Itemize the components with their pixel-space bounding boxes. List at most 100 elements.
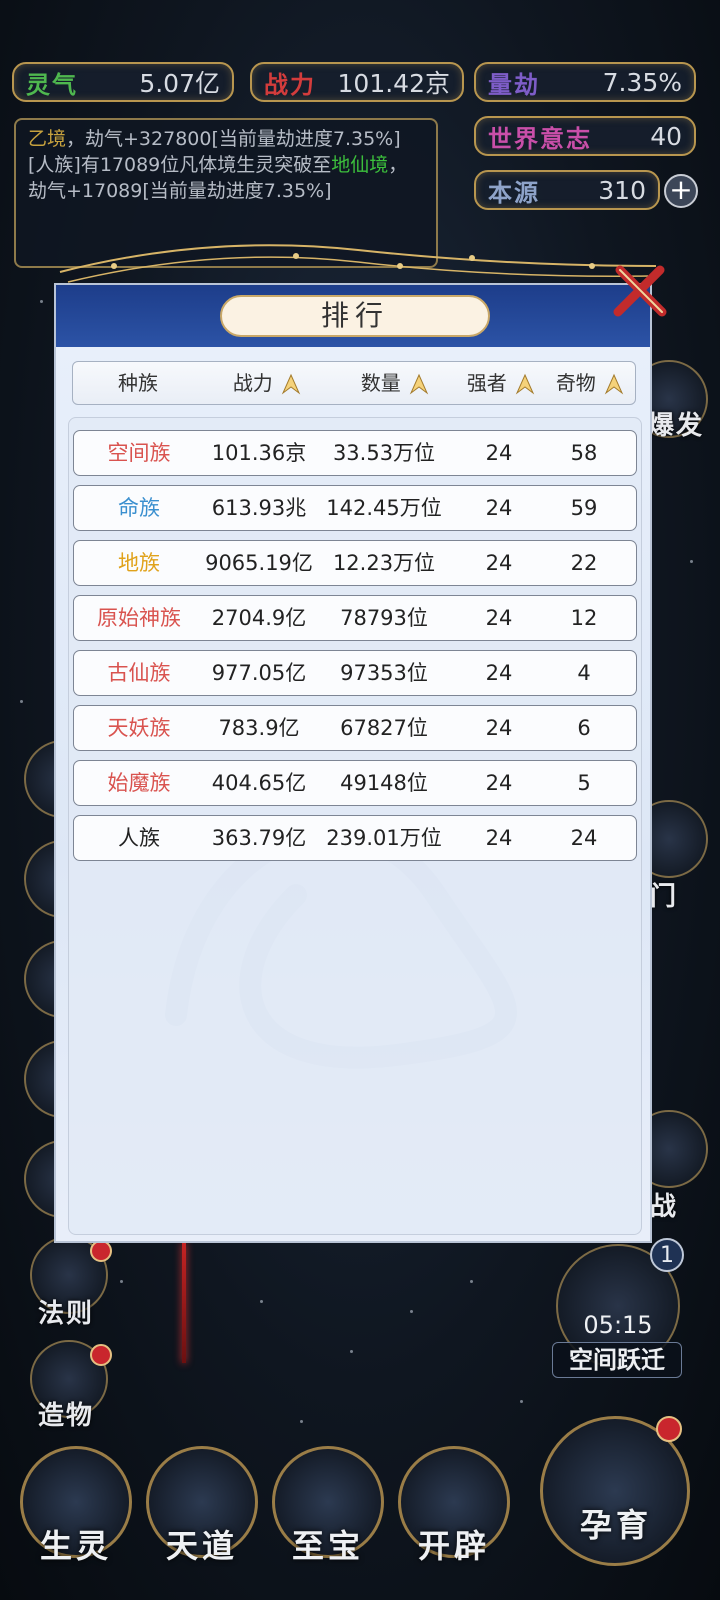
shijie-value: 40 (650, 121, 682, 151)
table-header: 种族 战力 数量 强者 奇物 (72, 361, 636, 405)
race-power: 2704.9亿 (211, 606, 307, 630)
table-row[interactable]: 空间族 101.36京 33.53万位 24 58 (73, 430, 637, 476)
race-count: 67827位 (340, 716, 428, 740)
sort-arrow-icon (281, 373, 301, 395)
table-row[interactable]: 古仙族 977.05亿 97353位 24 4 (73, 650, 637, 696)
create-notification-dot (90, 1344, 112, 1366)
table-row[interactable]: 始魔族 404.65亿 49148位 24 5 (73, 760, 637, 806)
law-notification-dot (90, 1240, 112, 1262)
race-strong: 24 (485, 441, 513, 465)
side-label-burst: 爆发 (648, 411, 705, 441)
table-row[interactable]: 人族 363.79亿 239.01万位 24 24 (73, 815, 637, 861)
race-items: 5 (577, 771, 591, 795)
close-icon[interactable] (610, 262, 670, 322)
side-label-gate: 门 (650, 882, 679, 912)
header-items-label: 奇物 (555, 371, 596, 395)
race-power: 404.65亿 (211, 771, 307, 795)
race-items: 12 (570, 606, 598, 630)
space-jump-badge: 1 (650, 1238, 684, 1272)
liangjie-stat[interactable]: 量劫 7.35% (474, 62, 696, 102)
race-count: 49148位 (340, 771, 428, 795)
race-strong: 24 (485, 826, 513, 850)
race-name: 天妖族 (107, 716, 171, 740)
header-race-label: 种族 (118, 371, 158, 395)
modal-title-text: 排行 (320, 299, 389, 332)
ranking-list[interactable]: 空间族 101.36京 33.53万位 24 58 命族 613.93兆 142… (68, 417, 642, 1235)
race-strong: 24 (485, 661, 513, 685)
sort-count-button[interactable]: 数量 (331, 362, 459, 404)
shijie-label: 世界意志 (488, 124, 592, 153)
table-row[interactable]: 地族 9065.19亿 12.23万位 24 22 (73, 540, 637, 586)
space-jump-badge-count: 1 (660, 1243, 674, 1268)
space-jump-label: 空间跃迁 (552, 1342, 682, 1378)
race-count: 142.45万位 (326, 496, 442, 520)
law-label: 法则 (38, 1299, 95, 1329)
race-count: 239.01万位 (326, 826, 442, 850)
race-power: 363.79亿 (211, 826, 307, 850)
log-realm-green: 地仙境 (331, 154, 389, 176)
table-row[interactable]: 命族 613.93兆 142.45万位 24 59 (73, 485, 637, 531)
side-label-battle: 战 (650, 1192, 679, 1222)
zhanli-value: 101.42京 (337, 69, 450, 98)
race-items: 58 (570, 441, 598, 465)
race-count: 97353位 (340, 661, 428, 685)
benyuan-label: 本源 (488, 178, 540, 207)
race-strong: 24 (485, 606, 513, 630)
race-name: 原始神族 (97, 606, 181, 630)
race-count: 33.53万位 (332, 441, 436, 465)
zhanli-label: 战力 (264, 70, 316, 99)
race-power: 977.05亿 (211, 661, 307, 685)
header-strong-label: 强者 (466, 371, 507, 395)
race-items: 22 (570, 551, 598, 575)
race-name: 空间族 (107, 441, 171, 465)
race-power: 9065.19亿 (205, 551, 313, 575)
sort-arrow-icon (409, 373, 429, 395)
table-row[interactable]: 天妖族 783.9亿 67827位 24 6 (73, 705, 637, 751)
race-name: 古仙族 (107, 661, 171, 685)
header-count-label: 数量 (360, 371, 401, 395)
create-label: 造物 (38, 1401, 95, 1431)
modal-header: 排行 (56, 285, 650, 347)
table-row[interactable]: 原始神族 2704.9亿 78793位 24 12 (73, 595, 637, 641)
lingqi-value: 5.07亿 (139, 69, 220, 98)
race-name: 地族 (118, 551, 160, 575)
modal-title: 排行 (220, 295, 490, 337)
race-strong: 24 (485, 551, 513, 575)
nav-kaipi-label: 开辟 (417, 1527, 490, 1565)
race-items: 59 (570, 496, 598, 520)
log-line2-start: [人族]有17089位凡体境生灵突破至 (28, 154, 332, 176)
ranking-modal: 排行 种族 战力 数量 强者 奇物 空间族 101.36京 33.53万位 24… (54, 283, 652, 1243)
race-items: 6 (577, 716, 591, 740)
race-power: 101.36京 (211, 441, 307, 465)
sort-arrow-icon (604, 373, 624, 395)
add-benyuan-button[interactable]: + (664, 174, 698, 208)
race-power: 783.9亿 (218, 716, 300, 740)
race-items: 4 (577, 661, 591, 685)
sort-arrow-icon (515, 373, 535, 395)
race-strong: 24 (485, 771, 513, 795)
space-jump-timer: 05:15 (583, 1311, 653, 1339)
shijie-stat[interactable]: 世界意志 40 (474, 116, 696, 156)
sort-strong-button[interactable]: 强者 (459, 362, 543, 404)
race-strong: 24 (485, 716, 513, 740)
race-name: 人族 (118, 826, 160, 850)
race-power: 613.93兆 (211, 496, 307, 520)
sort-items-button[interactable]: 奇物 (545, 362, 635, 404)
lingqi-stat: 灵气 5.07亿 (12, 62, 234, 102)
race-name: 命族 (118, 496, 160, 520)
log-line1: ，劫气+327800[当前量劫进度7.35%] (66, 128, 401, 150)
race-strong: 24 (485, 496, 513, 520)
nav-shengling-label: 生灵 (39, 1527, 112, 1565)
benyuan-stat[interactable]: 本源 310 (474, 170, 660, 210)
lingqi-label: 灵气 (26, 70, 78, 99)
nav-yunyu-label: 孕育 (579, 1506, 652, 1544)
race-count: 12.23万位 (332, 551, 436, 575)
race-name: 始魔族 (107, 771, 171, 795)
light-beam (182, 1243, 186, 1363)
sort-power-button[interactable]: 战力 (203, 362, 331, 404)
liangjie-label: 量劫 (488, 70, 540, 99)
nav-tiandao-label: 天道 (165, 1527, 238, 1565)
zhanli-stat: 战力 101.42京 (250, 62, 464, 102)
log-realm-name: 乙境 (28, 128, 67, 150)
header-power-label: 战力 (232, 371, 273, 395)
